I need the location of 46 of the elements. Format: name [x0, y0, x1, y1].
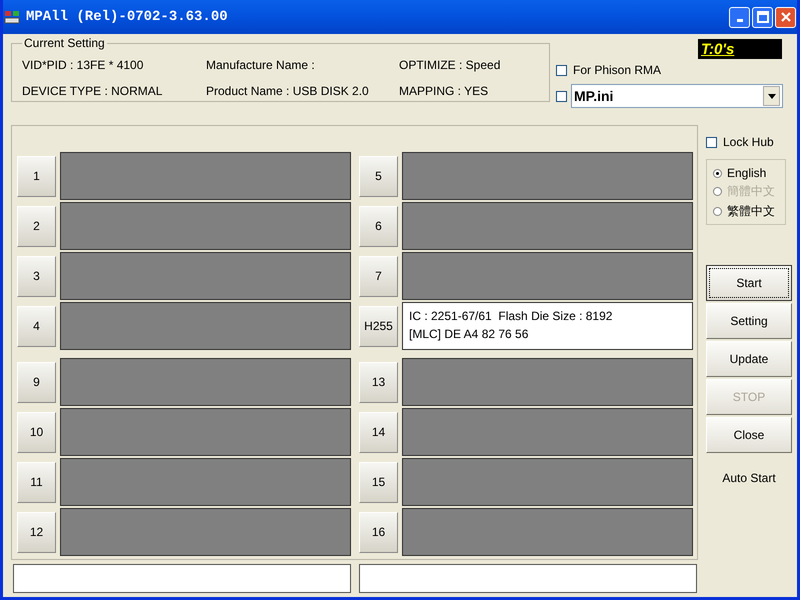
port-button[interactable]: 2 — [17, 206, 56, 246]
group-title: Current Setting — [23, 36, 106, 50]
device-info-text: [MLC] DE A4 82 76 56 — [409, 327, 530, 341]
port-button[interactable]: 13 — [359, 362, 398, 402]
port-button[interactable]: H255 — [359, 306, 398, 346]
close-icon — [780, 11, 792, 23]
close-button[interactable] — [775, 6, 796, 28]
device-info-text: IC : 2251-67/61 Flash Die Size : 8192 — [409, 309, 614, 323]
port-button[interactable]: 4 — [17, 306, 56, 346]
language-radio[interactable]: English — [713, 166, 785, 180]
ini-dropdown[interactable]: MP.ini — [571, 84, 783, 108]
setting-text: MAPPING : YES — [399, 84, 490, 98]
port-button[interactable]: 7 — [359, 256, 398, 296]
phison-rma-checkbox[interactable]: For Phison RMA — [556, 63, 662, 77]
action-button[interactable]: Start — [706, 265, 792, 301]
ini-checkbox[interactable] — [556, 90, 567, 102]
app-icon — [4, 9, 20, 25]
action-button[interactable]: Close — [706, 417, 792, 453]
port-button[interactable]: 11 — [17, 462, 56, 502]
timer-display: T:0's — [698, 39, 782, 59]
action-button[interactable]: Update — [706, 341, 792, 377]
port-button[interactable]: 10 — [17, 412, 56, 452]
port-button[interactable]: 14 — [359, 412, 398, 452]
dropdown-arrow-icon — [768, 94, 776, 98]
port-button[interactable]: 6 — [359, 206, 398, 246]
language-radio[interactable]: 繁體中文 — [713, 203, 785, 220]
port-button[interactable]: 12 — [17, 512, 56, 552]
minimize-icon — [736, 18, 742, 22]
port-button[interactable]: 3 — [17, 256, 56, 296]
setting-text: Product Name : USB DISK 2.0 — [206, 84, 370, 98]
port-button[interactable]: 1 — [17, 156, 56, 196]
setting-text: OPTIMIZE : Speed — [399, 58, 502, 72]
port-button[interactable]: 9 — [17, 362, 56, 402]
setting-text: DEVICE TYPE : NORMAL — [22, 84, 164, 98]
setting-text: VID*PID : 13FE * 4100 — [22, 58, 144, 72]
port-button[interactable]: 15 — [359, 462, 398, 502]
window-title: MPAll (Rel)-0702-3.63.00 — [26, 9, 229, 25]
auto-start-label: Auto Start — [721, 471, 777, 485]
lock-hub-checkbox[interactable]: Lock Hub — [706, 135, 792, 149]
maximize-button[interactable] — [752, 6, 773, 28]
port-button[interactable]: 5 — [359, 156, 398, 196]
maximize-icon — [756, 11, 768, 23]
setting-text: Manufacture Name : — [206, 58, 316, 72]
minimize-button[interactable] — [729, 6, 750, 28]
action-button[interactable]: Setting — [706, 303, 792, 339]
port-button[interactable]: 16 — [359, 512, 398, 552]
